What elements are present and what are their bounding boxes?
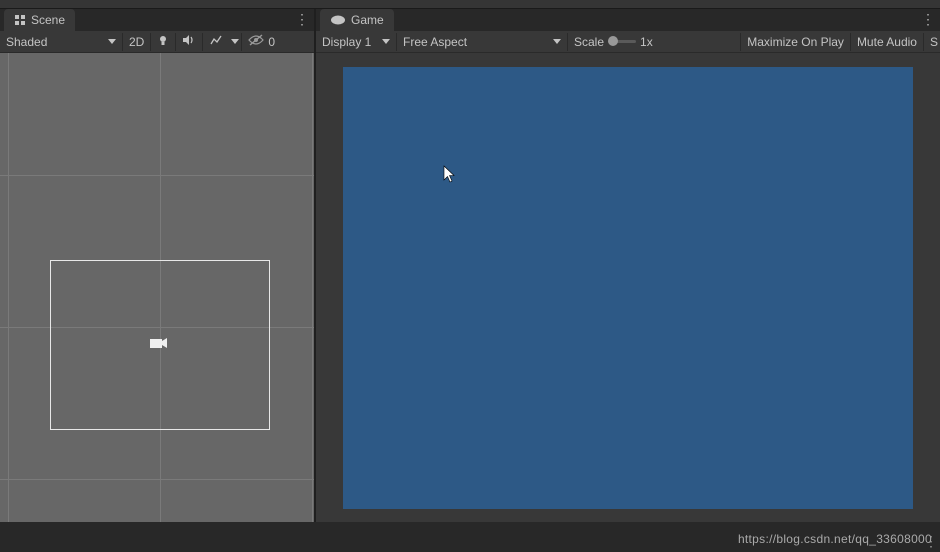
tab-scene-label: Scene (31, 13, 65, 27)
chevron-down-icon (382, 39, 390, 44)
mute-audio-toggle[interactable]: Mute Audio (851, 32, 923, 52)
grid-line (0, 479, 314, 480)
audio-icon (182, 34, 196, 49)
camera-gizmo-icon[interactable] (150, 337, 168, 349)
scale-label: Scale (574, 35, 604, 49)
main-area: Scene ⋮ Shaded 2D (0, 9, 940, 522)
game-viewport[interactable] (343, 67, 913, 509)
grid-line (312, 53, 313, 522)
game-panel: Game ⋮ Display 1 Free Aspect Scale 1x (316, 9, 940, 522)
scene-toolbar: Shaded 2D (0, 31, 314, 53)
fx-icon (209, 34, 223, 49)
shading-dropdown[interactable]: Shaded (0, 32, 122, 52)
gizmo-count: 0 (268, 35, 275, 49)
stats-label: S (930, 35, 938, 49)
tab-game[interactable]: Game (320, 9, 394, 31)
panel-menu-icon[interactable]: ⋮ (924, 533, 938, 550)
watermark: https://blog.csdn.net/qq_33608000 (738, 532, 932, 546)
mode-2d-toggle[interactable]: 2D (123, 32, 150, 52)
scale-control[interactable]: Scale 1x (568, 32, 659, 52)
game-toolbar: Display 1 Free Aspect Scale 1x Maximize … (316, 31, 940, 53)
maximize-label: Maximize On Play (747, 35, 844, 49)
aspect-dropdown[interactable]: Free Aspect (397, 32, 567, 52)
aspect-dropdown-label: Free Aspect (403, 35, 467, 49)
shading-dropdown-label: Shaded (6, 35, 47, 49)
scene-audio-toggle[interactable] (176, 32, 202, 52)
cursor-icon (443, 165, 457, 186)
chevron-down-icon (108, 39, 116, 44)
scene-fx-dropdown[interactable] (229, 32, 241, 52)
display-dropdown-label: Display 1 (322, 35, 371, 49)
scene-panel: Scene ⋮ Shaded 2D (0, 9, 316, 522)
scene-tabbar: Scene ⋮ (0, 9, 314, 31)
mode-2d-label: 2D (129, 35, 144, 49)
scene-light-toggle[interactable] (151, 32, 175, 52)
chevron-down-icon (553, 39, 561, 44)
mute-label: Mute Audio (857, 35, 917, 49)
scene-viewport[interactable] (0, 53, 314, 522)
game-icon (330, 15, 346, 25)
tab-game-label: Game (351, 13, 384, 27)
scale-value: 1x (640, 35, 653, 49)
grid-line (8, 53, 9, 522)
game-tab-menu-icon[interactable]: ⋮ (921, 11, 934, 28)
grid-line (0, 175, 314, 176)
maximize-on-play-toggle[interactable]: Maximize On Play (741, 32, 850, 52)
display-dropdown[interactable]: Display 1 (316, 32, 396, 52)
top-strip (0, 0, 940, 9)
gizmo-visibility-toggle[interactable]: 0 (242, 32, 281, 52)
scene-icon (14, 14, 26, 26)
eye-off-icon (248, 34, 264, 49)
scale-slider-thumb[interactable] (608, 36, 618, 46)
scene-tab-menu-icon[interactable]: ⋮ (295, 11, 308, 28)
game-tabbar: Game ⋮ (316, 9, 940, 31)
tab-scene[interactable]: Scene (4, 9, 75, 31)
game-viewport-wrap (316, 53, 940, 522)
chevron-down-icon (231, 39, 239, 44)
stats-toggle[interactable]: S (924, 32, 940, 52)
scale-slider-track[interactable] (608, 40, 636, 43)
light-icon (157, 34, 169, 49)
scene-fx-toggle[interactable] (203, 32, 229, 52)
